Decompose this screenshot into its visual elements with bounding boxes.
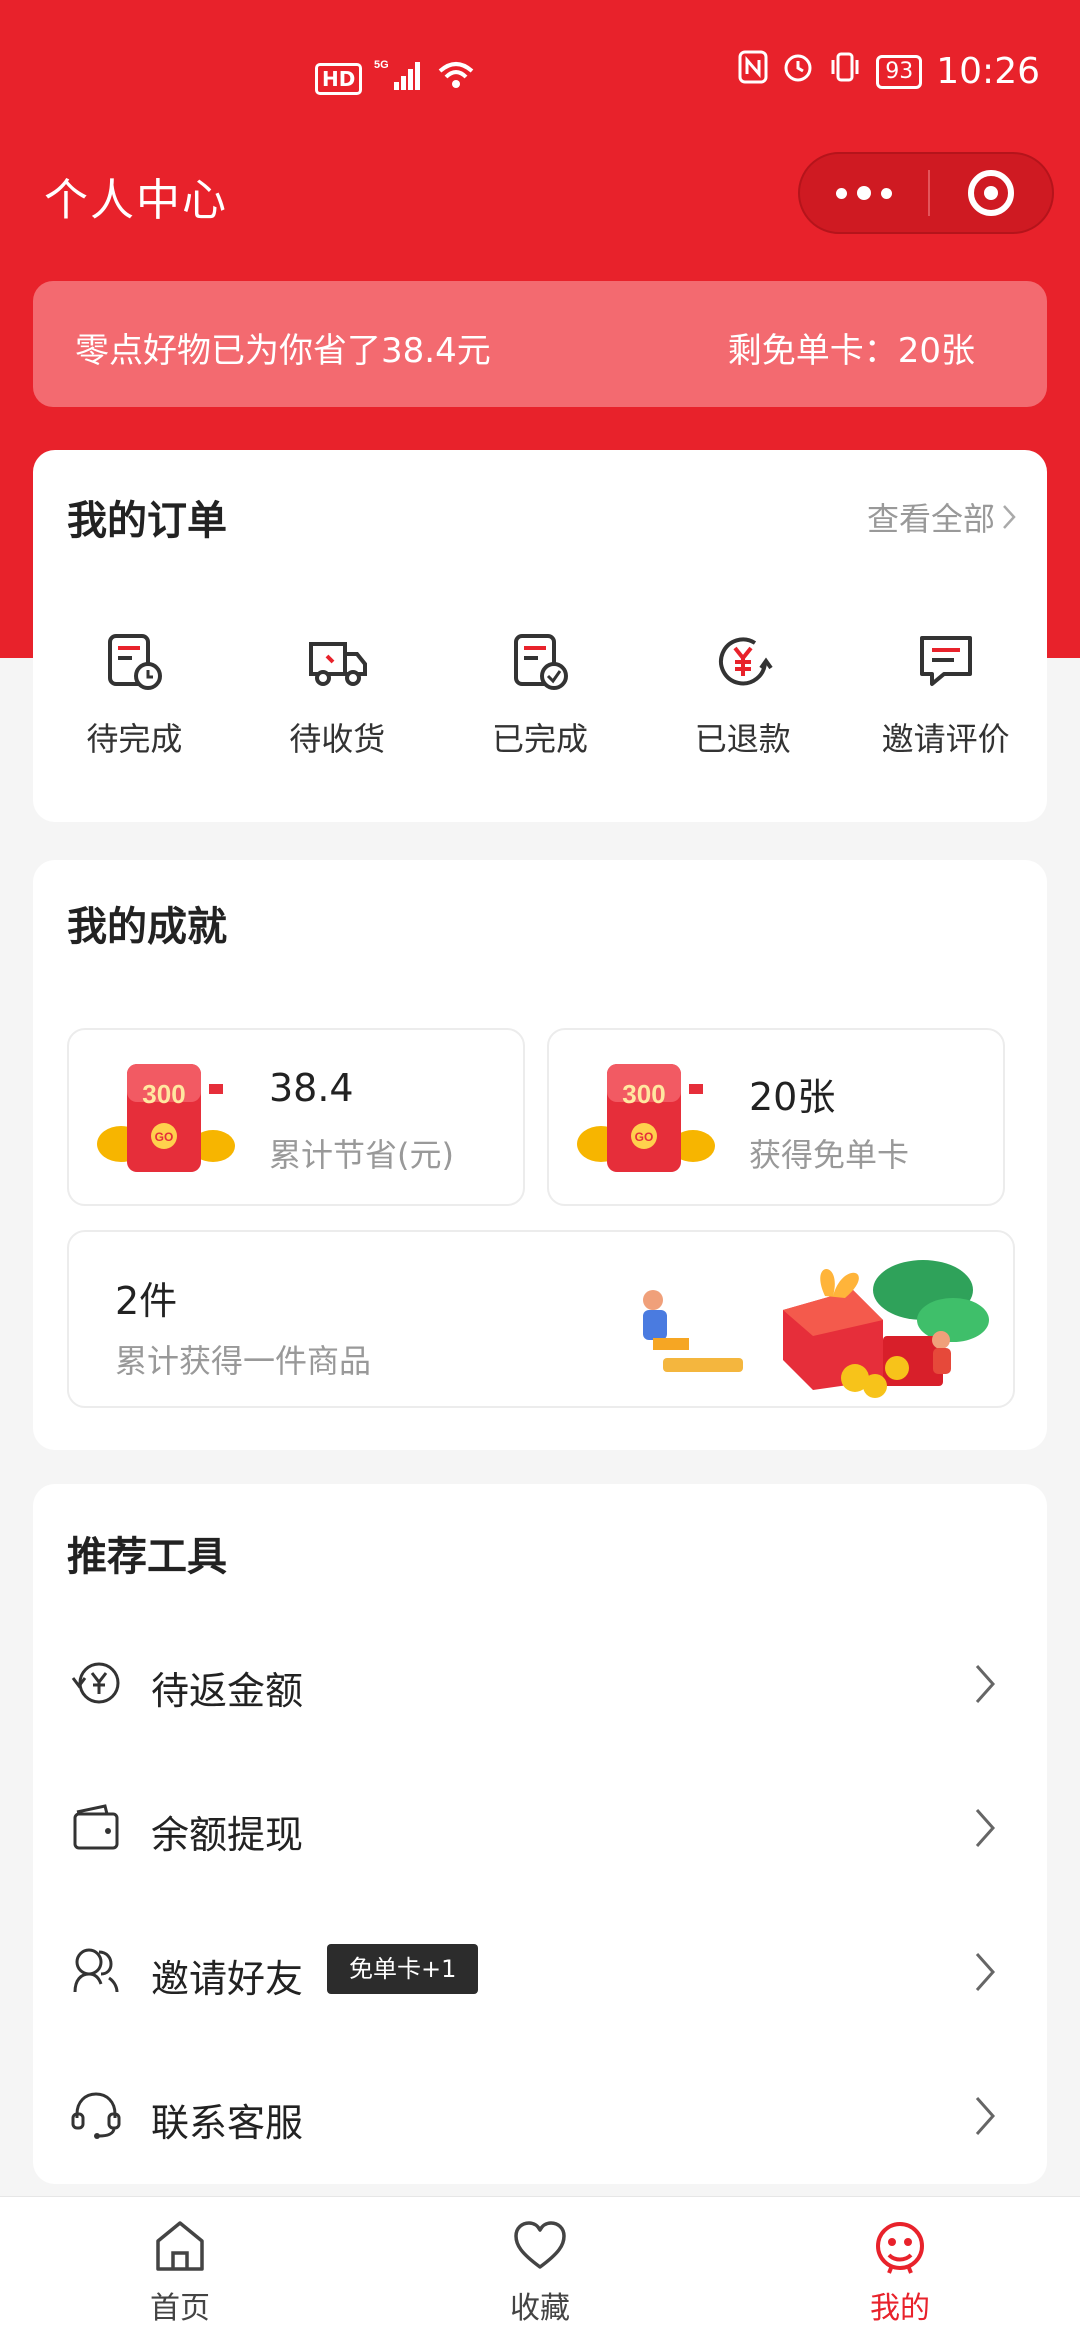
items-value: 2件 bbox=[115, 1279, 178, 1323]
free-cards-label: 获得免单卡 bbox=[749, 1136, 910, 1174]
tool-invite-friends-label: 邀请好友 bbox=[151, 1957, 304, 2001]
red-packet-go: GO bbox=[635, 1130, 654, 1144]
recommended-tools-card: 推荐工具 待返金额 余额提现 邀请好友 免单卡+1 联系客服 bbox=[33, 1484, 1047, 2184]
review-icon bbox=[919, 636, 972, 686]
tool-withdraw-balance-label: 余额提现 bbox=[151, 1813, 304, 1857]
completed-order-icon bbox=[513, 634, 568, 690]
chevron-right-icon bbox=[975, 1665, 996, 1703]
nav-favorites[interactable]: 收藏 bbox=[360, 2197, 720, 2340]
order-status-row: 待完成 待收货 已完成 已退款 邀请评价 bbox=[33, 630, 1047, 760]
more-dot-icon bbox=[857, 186, 871, 200]
achievement-free-cards[interactable]: 300 GO 20张 获得免单卡 bbox=[547, 1028, 1005, 1206]
free-card-bonus-badge: 免单卡+1 bbox=[327, 1944, 479, 1994]
more-dot-icon bbox=[881, 187, 892, 199]
gift-illustration bbox=[643, 1260, 989, 1398]
achievement-items[interactable]: 2件 累计获得一件商品 bbox=[67, 1230, 1015, 1408]
tool-contact-support[interactable]: 联系客服 bbox=[33, 2050, 1047, 2180]
order-refunded-label: 已退款 bbox=[694, 720, 791, 758]
home-icon bbox=[156, 2221, 204, 2271]
achievements-title: 我的成就 bbox=[67, 904, 227, 950]
status-right-group: 93 10:26 bbox=[738, 50, 1040, 93]
red-packet-icon: 300 GO bbox=[97, 1064, 235, 1172]
order-pending[interactable]: 待完成 bbox=[33, 630, 236, 760]
order-invite-review[interactable]: 邀请评价 bbox=[844, 630, 1047, 760]
heart-icon bbox=[514, 2221, 566, 2269]
headset-icon bbox=[71, 2092, 121, 2139]
savings-banner: 零点好物已为你省了38.4元 剩免单卡：20张 bbox=[33, 281, 1047, 407]
achievement-saved[interactable]: 300 GO 38.4 累计节省(元) bbox=[67, 1028, 525, 1206]
nav-profile[interactable]: 我的 bbox=[720, 2197, 1080, 2340]
chevron-right-icon bbox=[975, 2097, 996, 2135]
red-packet-icon: 300 GO bbox=[577, 1064, 715, 1172]
nav-favorites-label: 收藏 bbox=[510, 2291, 570, 2326]
red-packet-amount: 300 bbox=[142, 1079, 185, 1109]
refund-icon bbox=[718, 637, 773, 686]
red-packet-go: GO bbox=[155, 1130, 174, 1144]
delivery-truck-icon bbox=[309, 642, 368, 686]
red-packet-amount: 300 bbox=[622, 1079, 665, 1109]
battery-indicator: 93 bbox=[876, 54, 923, 89]
free-cards-value: 20张 bbox=[749, 1075, 836, 1119]
order-completed-label: 已完成 bbox=[491, 720, 588, 758]
hd-badge: HD bbox=[315, 62, 363, 95]
tool-pending-refund[interactable]: 待返金额 bbox=[33, 1618, 1047, 1748]
saved-label: 累计节省(元) bbox=[269, 1136, 454, 1174]
orders-title: 我的订单 bbox=[67, 498, 227, 544]
view-all-orders-link[interactable]: 查看全部 bbox=[867, 494, 1017, 540]
chevron-right-icon bbox=[975, 1953, 996, 1991]
profile-icon bbox=[876, 2222, 924, 2274]
order-awaiting-delivery-label: 待收货 bbox=[289, 720, 386, 758]
tool-withdraw-balance[interactable]: 余额提现 bbox=[33, 1762, 1047, 1892]
order-pending-label: 待完成 bbox=[86, 720, 183, 758]
wifi-icon bbox=[436, 59, 476, 98]
chevron-right-icon bbox=[975, 1809, 996, 1847]
close-target-icon bbox=[968, 170, 1014, 216]
tools-title: 推荐工具 bbox=[67, 1534, 227, 1580]
vibrate-icon bbox=[828, 50, 862, 93]
view-all-label: 查看全部 bbox=[866, 500, 995, 538]
pending-order-icon bbox=[108, 634, 163, 690]
miniprogram-capsule bbox=[798, 152, 1054, 234]
nfc-icon bbox=[738, 50, 768, 93]
items-label: 累计获得一件商品 bbox=[115, 1342, 372, 1380]
wallet-icon bbox=[73, 1804, 119, 1850]
order-refunded[interactable]: 已退款 bbox=[641, 630, 844, 760]
network-type-label: 5G bbox=[374, 59, 389, 71]
bottom-navigation: 首页 收藏 我的 bbox=[0, 2196, 1080, 2340]
page-title: 个人中心 bbox=[44, 175, 228, 226]
yen-refresh-icon bbox=[71, 1662, 120, 1704]
order-invite-review-label: 邀请评价 bbox=[881, 720, 1010, 758]
tool-contact-support-label: 联系客服 bbox=[151, 2101, 304, 2145]
signal-icon: 5G bbox=[374, 58, 424, 99]
status-network-group: HD 5G bbox=[315, 58, 476, 99]
chevron-right-icon bbox=[1003, 505, 1016, 529]
nav-home-label: 首页 bbox=[150, 2291, 210, 2326]
saved-value: 38.4 bbox=[269, 1066, 354, 1110]
status-bar: HD 5G 93 10:26 bbox=[0, 44, 1080, 114]
my-orders-card: 我的订单 查看全部 待完成 待收货 已完成 已退款 邀请评价 bbox=[33, 450, 1047, 822]
more-button[interactable] bbox=[800, 154, 928, 232]
tool-invite-friends[interactable]: 邀请好友 免单卡+1 bbox=[33, 1906, 1047, 2036]
close-button[interactable] bbox=[930, 154, 1052, 232]
friends-icon bbox=[73, 1948, 119, 1993]
order-awaiting-delivery[interactable]: 待收货 bbox=[236, 630, 439, 760]
nav-home[interactable]: 首页 bbox=[0, 2197, 360, 2340]
free-cards-remaining: 剩免单卡：20张 bbox=[727, 331, 975, 371]
order-completed[interactable]: 已完成 bbox=[439, 630, 642, 760]
my-achievements-card: 我的成就 300 GO 38.4 累计节省(元) 300 GO 20张 获得免单… bbox=[33, 860, 1047, 1450]
alarm-icon bbox=[782, 50, 814, 93]
savings-text: 零点好物已为你省了38.4元 bbox=[75, 331, 491, 371]
more-dot-icon bbox=[836, 187, 847, 199]
tool-pending-refund-label: 待返金额 bbox=[151, 1669, 304, 1713]
nav-profile-label: 我的 bbox=[870, 2291, 930, 2326]
status-time: 10:26 bbox=[936, 51, 1040, 92]
